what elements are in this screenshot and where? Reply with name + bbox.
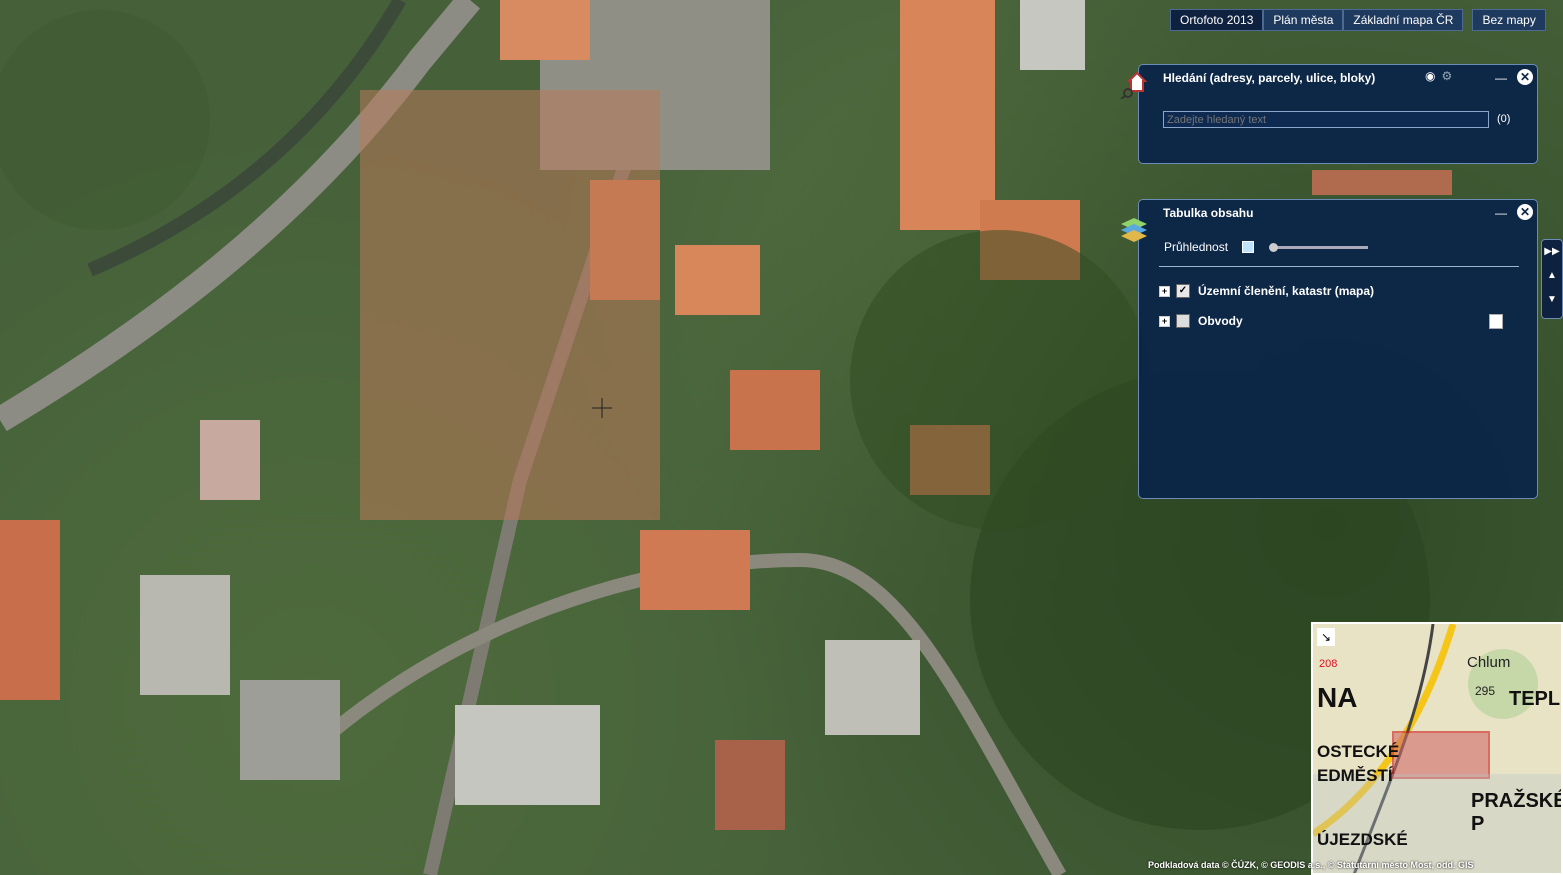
collapse-arrow-icon[interactable]: ↘ bbox=[1317, 628, 1335, 646]
layer-checkbox[interactable] bbox=[1176, 314, 1190, 328]
close-button[interactable]: ✕ bbox=[1517, 204, 1533, 220]
expand-icon[interactable]: + bbox=[1159, 285, 1170, 297]
binoculars-icon[interactable]: ◉ bbox=[1425, 69, 1435, 83]
overview-label: EDMĚSTÍ bbox=[1317, 766, 1393, 785]
layer-checkbox[interactable]: ✓ bbox=[1176, 284, 1190, 298]
close-button[interactable]: ✕ bbox=[1517, 69, 1533, 85]
overview-label: PRAŽSKÉ P bbox=[1471, 790, 1563, 835]
toc-panel: Tabulka obsahu — ✕ Průhlednost + ✓ Územn… bbox=[1121, 199, 1538, 499]
layer-label: Územní členění, katastr (mapa) bbox=[1198, 284, 1375, 298]
basemap-plan-mesta-button[interactable]: Plán města bbox=[1263, 9, 1344, 31]
layers-icon bbox=[1121, 218, 1147, 242]
layer-item[interactable]: + Obvody bbox=[1159, 314, 1243, 328]
overview-label: NA bbox=[1317, 682, 1358, 713]
overview-map[interactable]: 208 NA Chlum 295 TEPLIC OSTECKÉ EDMĚSTÍ … bbox=[1311, 622, 1563, 875]
divider bbox=[1159, 266, 1519, 267]
basemap-ortofoto-button[interactable]: Ortofoto 2013 bbox=[1170, 9, 1264, 31]
side-navigation: ▶▶ ▲ ▼ bbox=[1541, 239, 1563, 319]
search-panel: Hledání (adresy, parcely, ulice, bloky) … bbox=[1120, 64, 1538, 164]
edit-icon[interactable] bbox=[1489, 314, 1503, 329]
search-input[interactable] bbox=[1163, 111, 1489, 128]
minimize-button[interactable]: — bbox=[1495, 206, 1507, 220]
basemap-switcher: Ortofoto 2013 Plán města Základní mapa Č… bbox=[1170, 9, 1546, 31]
basemap-zakladni-mapa-button[interactable]: Základní mapa ČR bbox=[1343, 9, 1464, 31]
overview-label: 208 bbox=[1319, 658, 1338, 670]
overview-label: TEPLIC bbox=[1509, 688, 1561, 710]
transparency-label: Průhlednost bbox=[1164, 240, 1229, 254]
settings-icon[interactable]: ⚙ bbox=[1441, 69, 1452, 83]
layer-item[interactable]: + ✓ Územní členění, katastr (mapa) bbox=[1159, 284, 1374, 298]
transparency-slider[interactable] bbox=[1269, 242, 1369, 252]
arrow-up-icon[interactable]: ▲ bbox=[1542, 264, 1562, 288]
attribution-text: Podkladová data © ČÚZK, © GEODIS a.s., ©… bbox=[1148, 860, 1474, 870]
overview-label: OSTECKÉ bbox=[1317, 742, 1400, 761]
search-result-count: (0) bbox=[1497, 113, 1511, 125]
transparency-icon bbox=[1242, 241, 1255, 253]
overview-label: 295 bbox=[1475, 684, 1496, 698]
arrow-down-icon[interactable]: ▼ bbox=[1542, 288, 1562, 312]
search-panel-title: Hledání (adresy, parcely, ulice, bloky) bbox=[1163, 71, 1376, 85]
slider-handle[interactable] bbox=[1269, 242, 1279, 252]
minimize-button[interactable]: — bbox=[1495, 71, 1507, 85]
expand-icon[interactable]: + bbox=[1159, 315, 1170, 327]
basemap-none-button[interactable]: Bez mapy bbox=[1472, 9, 1546, 31]
toc-panel-title: Tabulka obsahu bbox=[1163, 206, 1254, 220]
home-search-icon bbox=[1120, 71, 1148, 99]
layer-label: Obvody bbox=[1198, 314, 1243, 328]
overview-label: Chlum bbox=[1467, 654, 1511, 671]
overview-label: ÚJEZDSKÉ bbox=[1317, 830, 1408, 849]
fast-forward-icon[interactable]: ▶▶ bbox=[1542, 240, 1562, 264]
